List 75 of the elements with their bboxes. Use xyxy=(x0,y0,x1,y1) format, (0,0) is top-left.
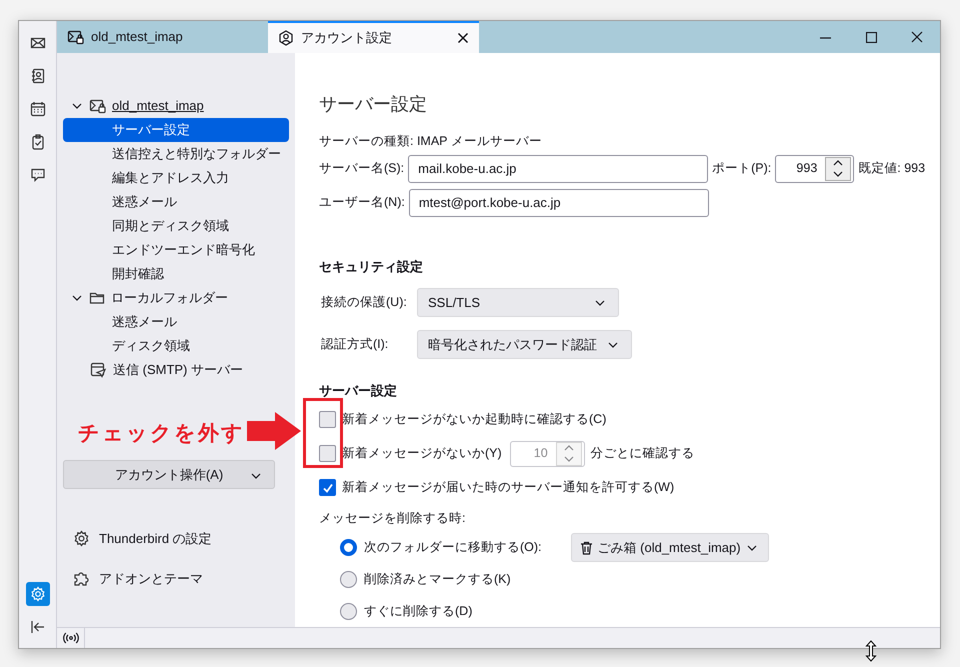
server-type: サーバーの種類: IMAP メールサーバー xyxy=(319,133,543,150)
settings-icon xyxy=(30,586,46,602)
field-label: サーバー名(S): xyxy=(319,160,404,178)
dropdown[interactable]: SSL/TLS xyxy=(417,288,619,318)
tree-item[interactable]: 同期とディスク領域 xyxy=(63,214,289,238)
clipboard-icon xyxy=(30,134,46,150)
port-field[interactable]: 993 xyxy=(775,154,854,183)
tree-item[interactable]: 迷惑メール xyxy=(63,310,289,334)
default-port-text: 既定値: 993 xyxy=(858,160,926,178)
account-icon xyxy=(278,30,294,46)
folder-dropdown[interactable]: ごみ箱 (old_mtest_imap) xyxy=(570,533,769,562)
check-icon xyxy=(322,482,334,494)
field-label: ユーザー名(N): xyxy=(319,194,405,212)
checkbox[interactable] xyxy=(319,445,336,462)
field-label: 接続の保護(U): xyxy=(321,294,408,312)
tab[interactable]: アカウント設定 xyxy=(268,21,479,53)
spin-up-icon xyxy=(564,445,574,452)
tree-item[interactable]: 編集とアドレス入力 xyxy=(63,166,289,190)
radio-button[interactable] xyxy=(340,571,357,588)
sidebar-link[interactable]: アドオンとテーマ xyxy=(73,568,289,588)
close-icon xyxy=(911,31,923,43)
puzzle-icon xyxy=(73,570,90,587)
settings-icon xyxy=(73,530,90,548)
tree-item[interactable]: old_mtest_imap xyxy=(63,94,289,118)
tree-item[interactable]: 送信控えと特別なフォルダー xyxy=(63,142,289,166)
radio-button[interactable] xyxy=(340,603,357,620)
tab[interactable]: old_mtest_imap xyxy=(57,21,268,53)
settings-button[interactable] xyxy=(26,582,50,606)
tree-item[interactable]: エンドツーエンド暗号化 xyxy=(63,238,289,262)
mail-account-icon xyxy=(67,29,84,45)
checkbox-label: 新着メッセージがないか(Y) xyxy=(342,445,502,462)
tree-item[interactable]: 迷惑メール xyxy=(63,190,289,214)
field-label: 認証方式(I): xyxy=(321,336,390,354)
tree-item[interactable]: ディスク領域 xyxy=(63,334,289,358)
server-name-field[interactable]: mail.kobe-u.ac.jp xyxy=(408,154,708,183)
online-status-icon xyxy=(62,632,78,644)
interval-field[interactable]: 10 xyxy=(510,440,585,467)
section-heading: セキュリティ設定 xyxy=(319,258,424,276)
tree-item[interactable]: 開封確認 xyxy=(63,262,289,286)
tree-item[interactable]: ローカルフォルダー xyxy=(63,286,289,310)
chat-icon xyxy=(30,167,46,183)
outbox-icon xyxy=(90,362,107,378)
annotation-text: チェックを外す xyxy=(78,421,245,447)
page-title: サーバー設定 xyxy=(319,93,428,116)
spin-down-icon xyxy=(833,171,844,178)
dropdown[interactable]: 暗号化されたパスワード認証 xyxy=(417,330,632,360)
section-heading: サーバー設定 xyxy=(319,382,398,400)
radio-label: すぐに削除する(D) xyxy=(364,603,472,620)
maximize-icon xyxy=(866,32,876,42)
highlight-frame xyxy=(303,398,343,468)
tree-item[interactable]: 送信 (SMTP) サーバー xyxy=(63,358,289,382)
checkbox-label: 新着メッセージが届いた時のサーバー通知を許可する(W) xyxy=(342,479,674,496)
spin-down-icon xyxy=(564,456,574,462)
field-label: ポート(P): xyxy=(712,160,772,178)
user-name-field[interactable]: mtest@port.kobe-u.ac.jp xyxy=(408,188,709,217)
arrow-icon xyxy=(247,412,301,450)
folder-icon xyxy=(89,290,105,306)
sidebar-link[interactable]: Thunderbird の設定 xyxy=(73,529,289,548)
account-actions-button[interactable]: アカウント操作(A) xyxy=(63,460,275,489)
radio-button[interactable] xyxy=(340,539,357,556)
collapse-icon xyxy=(30,619,46,635)
address-book-icon xyxy=(30,68,46,84)
calendar-icon xyxy=(30,101,46,117)
radio-label: 次のフォルダーに移動する(O): xyxy=(364,539,542,556)
trash-icon xyxy=(580,540,593,554)
mail-icon xyxy=(30,35,46,51)
checkbox-label: 新着メッセージがないか起動時に確認する(C) xyxy=(342,411,606,428)
tree-item[interactable]: サーバー設定 xyxy=(63,118,289,142)
mail-account-icon xyxy=(89,98,106,114)
checkbox[interactable] xyxy=(319,411,336,428)
spin-up-icon xyxy=(833,160,844,166)
radio-label: 削除済みとマークする(K) xyxy=(364,571,511,588)
group-label: メッセージを削除する時: xyxy=(319,510,466,527)
checkbox[interactable] xyxy=(319,479,336,496)
checkbox-label: 分ごとに確認する xyxy=(590,445,695,462)
